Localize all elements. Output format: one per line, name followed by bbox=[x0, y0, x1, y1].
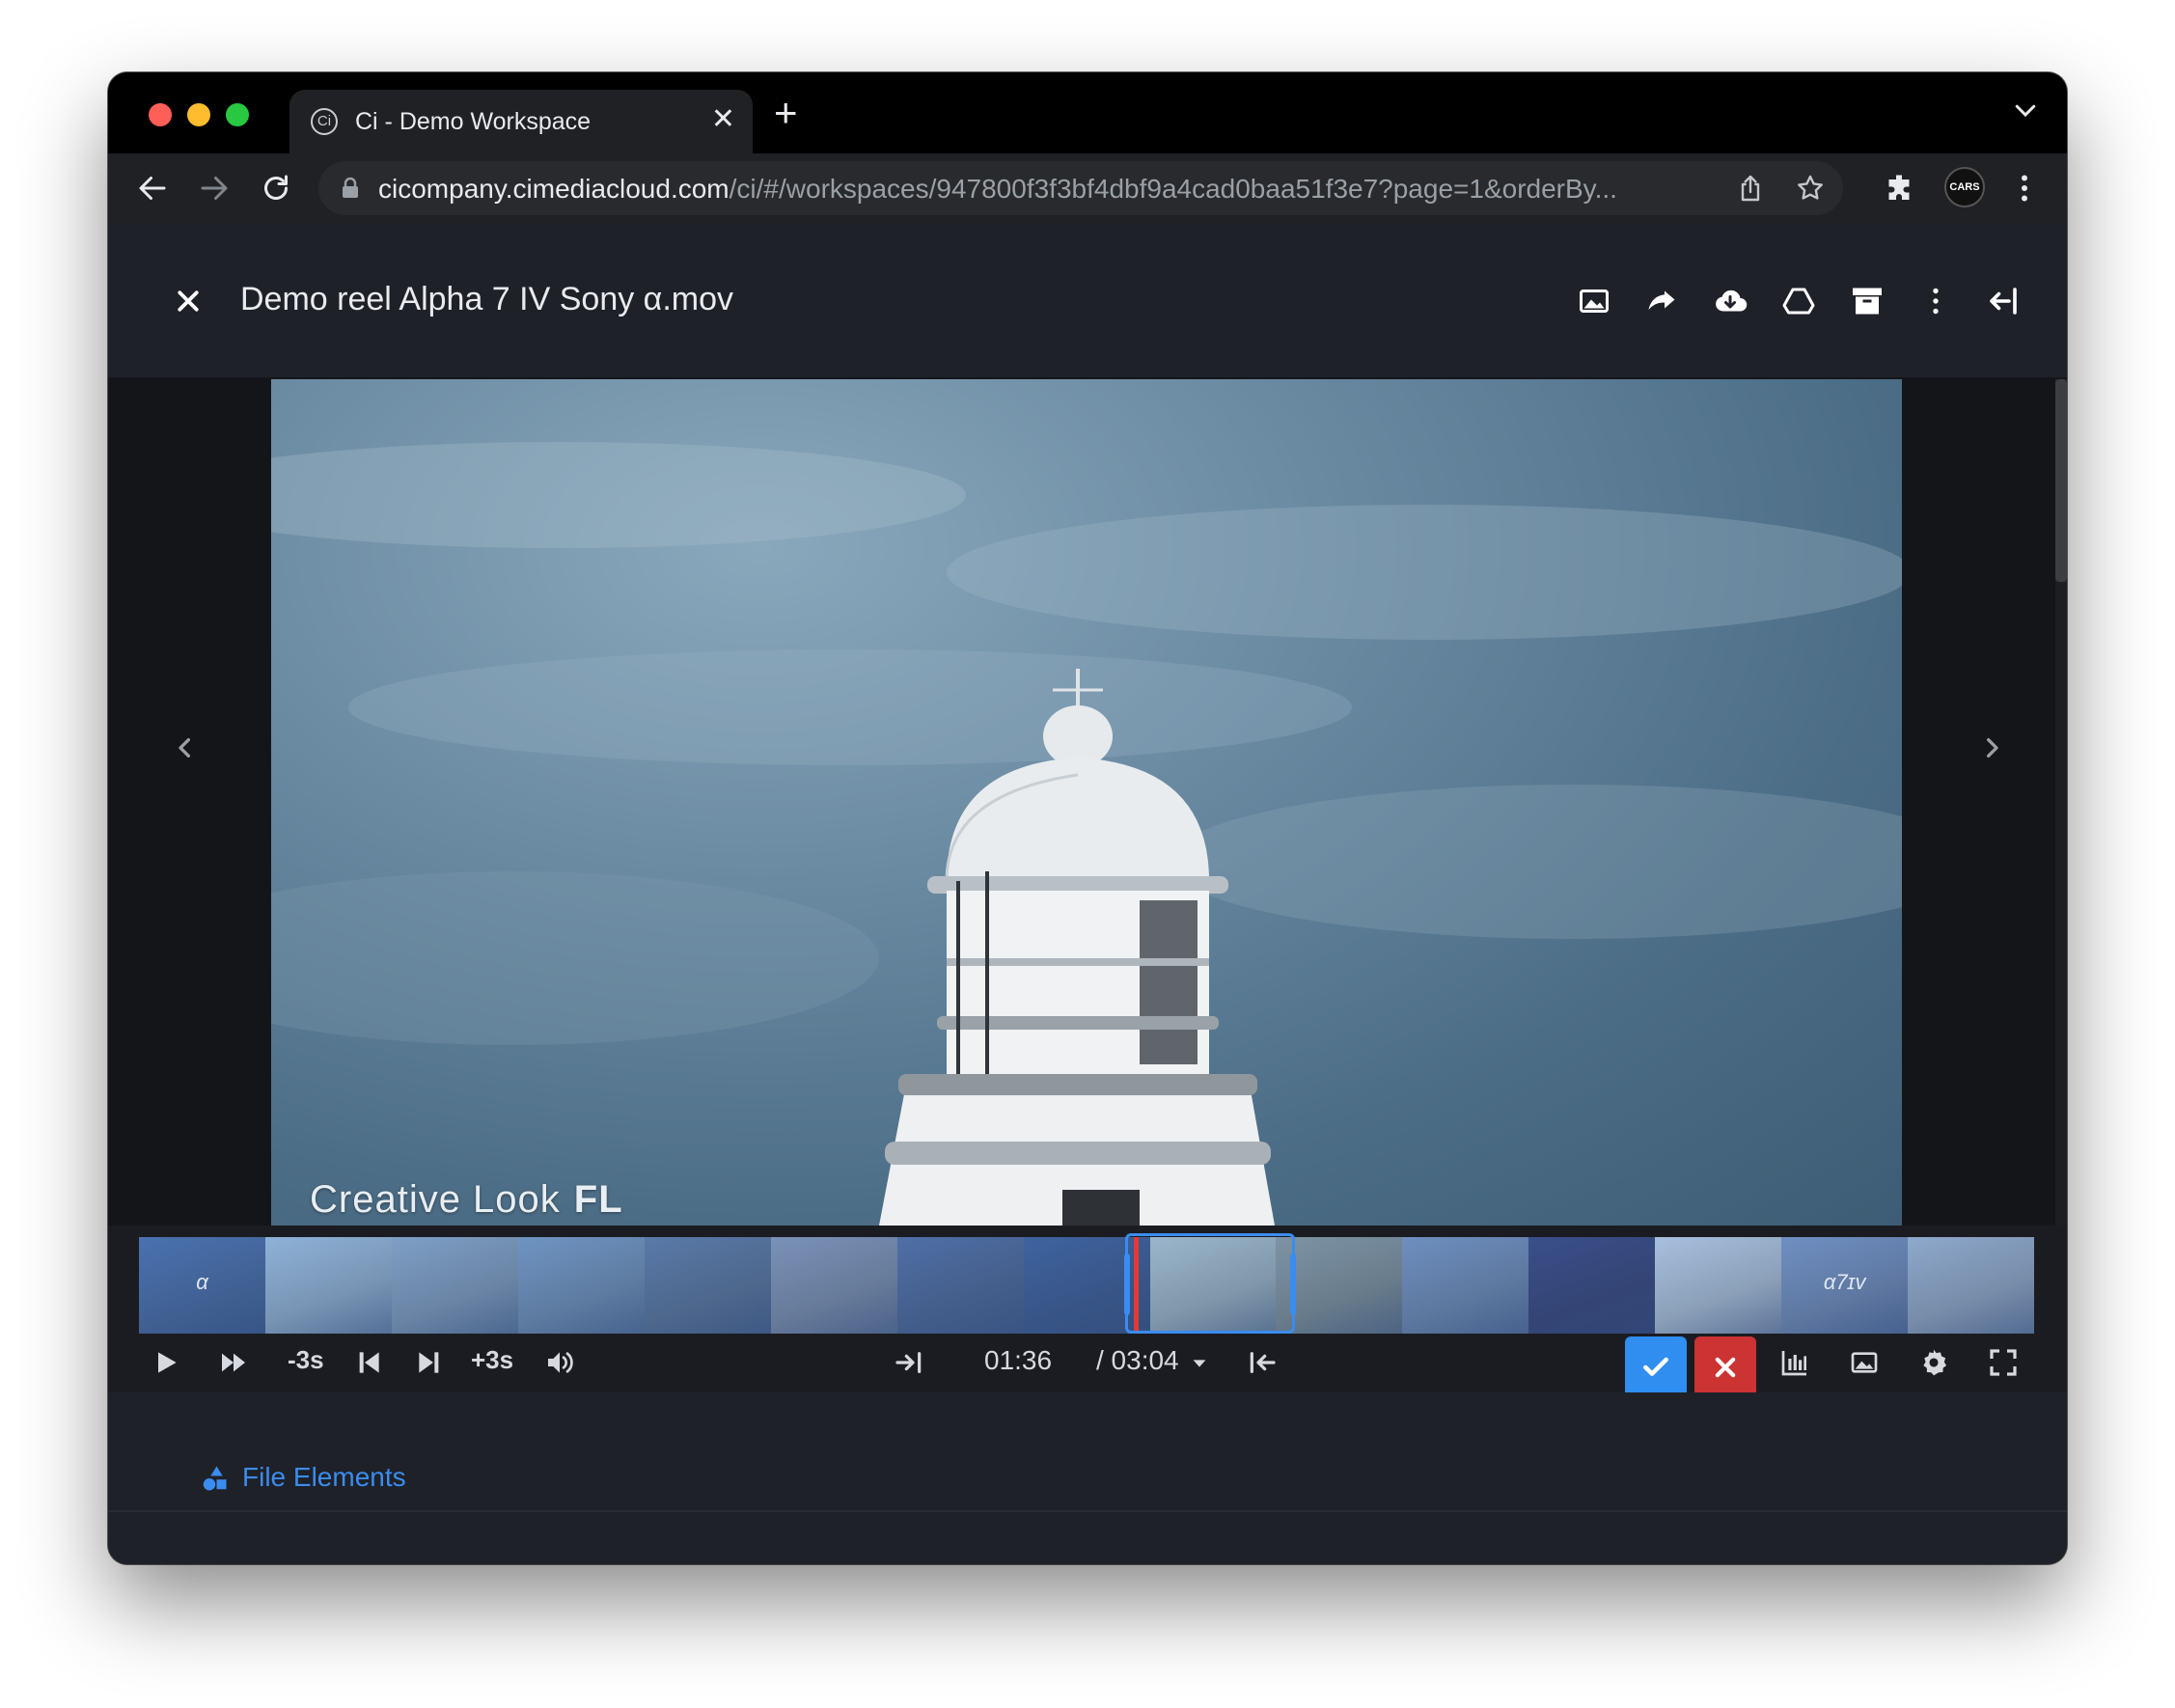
minimize-window-button[interactable] bbox=[187, 103, 210, 126]
video-overlay-caption: Creative Look FL bbox=[310, 1178, 623, 1222]
timeline-thumbnail[interactable] bbox=[1908, 1237, 2034, 1334]
browser-toolbar: cicompany.cimediacloud.com/ci/#/workspac… bbox=[108, 153, 2067, 223]
cancel-range-button[interactable] bbox=[1694, 1336, 1756, 1398]
playback-controls: -3s +3s 01:36 / 03:04 bbox=[108, 1334, 2067, 1398]
image-icon[interactable] bbox=[1577, 284, 1611, 318]
timeline-thumbnail[interactable] bbox=[1402, 1237, 1529, 1334]
timeline-thumbnail[interactable] bbox=[1528, 1237, 1656, 1334]
video-frame[interactable]: Creative Look FL bbox=[271, 379, 1902, 1226]
timeline-thumbnail[interactable] bbox=[896, 1237, 1024, 1334]
browser-tab[interactable]: Ci Ci - Demo Workspace ✕ bbox=[289, 90, 753, 153]
url-host: cicompany.cimediacloud.com bbox=[378, 174, 730, 204]
thumbnail-strip[interactable]: α α7ɪv bbox=[139, 1237, 2034, 1334]
viewer-header: Demo reel Alpha 7 IV Sony α.mov bbox=[108, 223, 2067, 379]
skip-back-3s-button[interactable]: -3s bbox=[288, 1345, 324, 1375]
next-frame-icon[interactable] bbox=[414, 1347, 445, 1378]
drive-icon[interactable] bbox=[1781, 284, 1816, 318]
scroll-thumb[interactable] bbox=[2055, 379, 2067, 582]
browser-menu-icon[interactable] bbox=[2007, 171, 2042, 206]
duration-selector[interactable]: / 03:04 bbox=[1096, 1345, 1179, 1376]
tab-title: Ci - Demo Workspace bbox=[355, 108, 592, 135]
browser-window: Ci Ci - Demo Workspace ✕ + cicompany.cim… bbox=[108, 72, 2067, 1564]
timeline-thumbnail[interactable]: α7ɪv bbox=[1781, 1237, 1909, 1334]
url-path: /ci/#/workspaces/947800f3f3bf4dbf9a4cad0… bbox=[729, 174, 1617, 204]
address-bar[interactable]: cicompany.cimediacloud.com/ci/#/workspac… bbox=[318, 161, 1843, 215]
more-options-icon[interactable] bbox=[1918, 284, 1953, 318]
thumbnail-image-icon[interactable] bbox=[1849, 1347, 1880, 1378]
next-asset-icon[interactable] bbox=[1972, 729, 2011, 767]
fast-forward-icon[interactable] bbox=[218, 1347, 249, 1378]
cloud-download-icon[interactable] bbox=[1713, 284, 1748, 318]
close-icon bbox=[1715, 1357, 1736, 1378]
range-start-handle[interactable] bbox=[1124, 1253, 1130, 1315]
bookmark-star-icon[interactable] bbox=[1795, 173, 1826, 204]
range-selection[interactable] bbox=[1124, 1233, 1296, 1334]
timeline-thumbnail[interactable] bbox=[1655, 1237, 1782, 1334]
tab-file-elements-label: File Elements bbox=[242, 1462, 406, 1492]
range-end-handle[interactable] bbox=[1290, 1253, 1296, 1315]
lighthouse-image bbox=[271, 442, 1902, 1226]
timeline-thumbnail[interactable] bbox=[264, 1237, 392, 1334]
timecode-dropdown-icon[interactable] bbox=[1189, 1353, 1210, 1374]
play-icon[interactable] bbox=[151, 1347, 181, 1378]
share-forward-icon[interactable] bbox=[1644, 284, 1679, 318]
timeline-thumbnail[interactable] bbox=[517, 1237, 645, 1334]
url-text[interactable]: cicompany.cimediacloud.com/ci/#/workspac… bbox=[378, 174, 1617, 205]
current-time: 01:36 bbox=[984, 1345, 1053, 1375]
thumbnail-label: α7ɪv bbox=[1823, 1270, 1866, 1294]
favicon-icon: Ci bbox=[311, 108, 338, 135]
overlay-label: Creative Look bbox=[310, 1178, 561, 1221]
player-controls-area: α α7ɪv -3s +3s 01:36 / 03:04 bbox=[108, 1226, 2067, 1398]
tab-bar: Ci Ci - Demo Workspace ✕ + bbox=[108, 72, 2067, 153]
forward-icon[interactable] bbox=[197, 171, 232, 206]
new-tab-icon[interactable]: + bbox=[774, 92, 798, 134]
details-panel: File Elements bbox=[108, 1392, 2067, 1564]
close-window-button[interactable] bbox=[149, 103, 172, 126]
thumbnail-label: α bbox=[196, 1270, 208, 1294]
confirm-range-button[interactable] bbox=[1625, 1336, 1687, 1398]
previous-asset-icon[interactable] bbox=[166, 729, 205, 767]
previous-frame-icon[interactable] bbox=[353, 1347, 384, 1378]
viewer-scrollbar[interactable] bbox=[2055, 379, 2067, 1226]
audio-levels-icon[interactable] bbox=[1779, 1347, 1810, 1378]
volume-icon[interactable] bbox=[544, 1347, 575, 1378]
timeline-thumbnail[interactable] bbox=[770, 1237, 897, 1334]
tab-divider bbox=[108, 1510, 2067, 1512]
share-icon[interactable] bbox=[1735, 173, 1766, 204]
lock-icon[interactable] bbox=[340, 177, 361, 200]
file-title: Demo reel Alpha 7 IV Sony α.mov bbox=[240, 281, 734, 317]
maximize-window-button[interactable] bbox=[226, 103, 249, 126]
timeline-thumbnail[interactable] bbox=[391, 1237, 518, 1334]
close-viewer-icon[interactable] bbox=[174, 287, 203, 316]
collapse-panel-icon[interactable] bbox=[1986, 284, 2021, 318]
back-icon[interactable] bbox=[135, 171, 170, 206]
skip-forward-3s-button[interactable]: +3s bbox=[471, 1345, 513, 1375]
settings-gear-icon[interactable] bbox=[1918, 1347, 1949, 1378]
overlay-suffix: FL bbox=[573, 1178, 623, 1221]
timeline-thumbnail[interactable] bbox=[644, 1237, 771, 1334]
reload-icon[interactable] bbox=[259, 171, 293, 206]
tab-close-icon[interactable]: ✕ bbox=[711, 105, 735, 134]
set-out-point-icon[interactable] bbox=[1247, 1347, 1278, 1378]
set-in-point-icon[interactable] bbox=[894, 1347, 924, 1378]
archive-icon[interactable] bbox=[1850, 284, 1885, 318]
timeline-thumbnail[interactable]: α bbox=[139, 1237, 265, 1334]
media-viewer: Creative Look FL bbox=[108, 379, 2067, 1226]
tab-search-chevron-icon[interactable] bbox=[2011, 96, 2040, 124]
checkmark-icon bbox=[1643, 1357, 1668, 1376]
fullscreen-icon[interactable] bbox=[1988, 1347, 2019, 1378]
extensions-icon[interactable] bbox=[1882, 171, 1916, 206]
profile-avatar[interactable]: CARS bbox=[1944, 167, 1985, 207]
shapes-icon bbox=[203, 1466, 227, 1491]
